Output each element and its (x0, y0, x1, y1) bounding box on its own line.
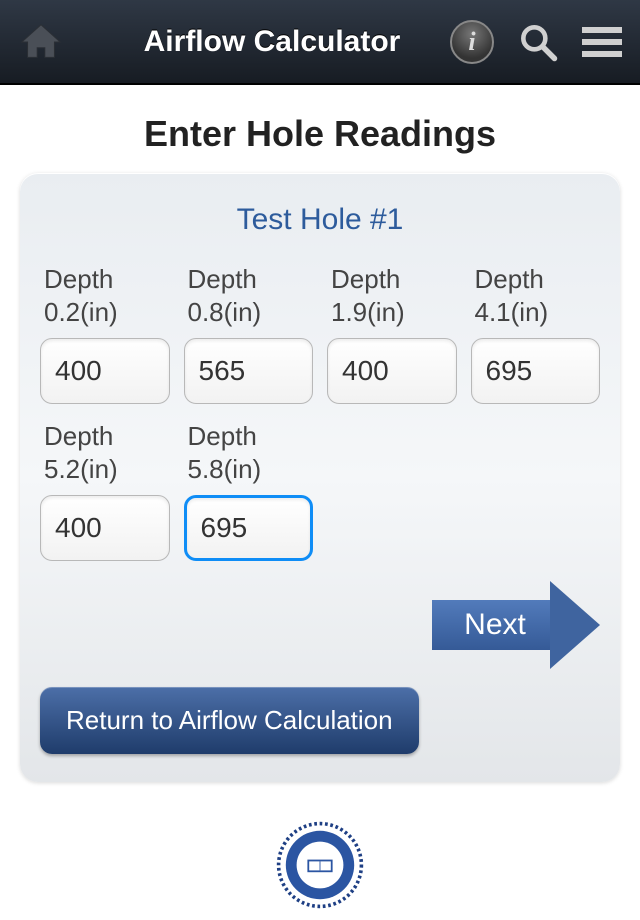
page-title: Enter Hole Readings (0, 113, 640, 155)
carrier-university-logo (275, 820, 365, 910)
depth-input-4[interactable] (40, 495, 170, 561)
return-button-label: Return to Airflow Calculation (66, 705, 393, 735)
readings-grid: Depth0.2(in)Depth0.8(in)Depth1.9(in)Dept… (40, 263, 600, 561)
depth-label: Depth4.1(in) (471, 263, 601, 328)
depth-field-4: Depth5.2(in) (40, 420, 170, 561)
arrow-right-icon (550, 581, 600, 669)
depth-label: Depth0.8(in) (184, 263, 314, 328)
depth-input-3[interactable] (471, 338, 601, 404)
depth-field-3: Depth4.1(in) (471, 263, 601, 404)
depth-label: Depth5.2(in) (40, 420, 170, 485)
depth-field-1: Depth0.8(in) (184, 263, 314, 404)
depth-field-2: Depth1.9(in) (327, 263, 457, 404)
depth-field-5: Depth5.8(in) (184, 420, 314, 561)
footer-logo-wrap (0, 820, 640, 910)
next-button-label: Next (464, 608, 526, 642)
depth-input-1[interactable] (184, 338, 314, 404)
next-button[interactable]: Next (432, 581, 600, 669)
depth-input-2[interactable] (327, 338, 457, 404)
card-title: Test Hole #1 (40, 203, 600, 237)
depth-input-0[interactable] (40, 338, 170, 404)
home-icon[interactable] (18, 19, 64, 65)
depth-field-0: Depth0.2(in) (40, 263, 170, 404)
info-icon[interactable]: i (450, 20, 494, 64)
header-title: Airflow Calculator (70, 25, 444, 59)
depth-input-5[interactable] (184, 495, 314, 561)
return-button[interactable]: Return to Airflow Calculation (40, 687, 419, 754)
app-header: Airflow Calculator i (0, 0, 640, 85)
depth-label: Depth1.9(in) (327, 263, 457, 328)
depth-label: Depth0.2(in) (40, 263, 170, 328)
readings-card: Test Hole #1 Depth0.2(in)Depth0.8(in)Dep… (20, 173, 620, 782)
menu-icon[interactable] (582, 25, 622, 59)
search-icon[interactable] (516, 20, 560, 64)
depth-label: Depth5.8(in) (184, 420, 314, 485)
